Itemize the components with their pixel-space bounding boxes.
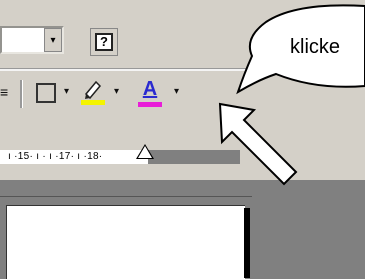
align-right-icon[interactable]: ≡ <box>0 84 12 102</box>
highlighter-glyph <box>81 80 105 105</box>
document-edge <box>0 196 252 197</box>
font-color-icon: A <box>142 78 158 100</box>
help-button[interactable]: ? <box>90 28 118 56</box>
highlight-dropdown-icon[interactable]: ▾ <box>114 86 119 97</box>
callout-text: klicke <box>290 36 341 58</box>
font-color-swatch <box>138 102 162 107</box>
combo-dropdown-button[interactable]: ▾ <box>44 28 62 52</box>
border-icon[interactable] <box>36 83 56 103</box>
font-color-dropdown-icon[interactable]: ▾ <box>174 86 179 97</box>
font-color-button[interactable]: A <box>136 78 164 108</box>
toolbar-divider <box>20 80 23 108</box>
help-icon: ? <box>95 33 113 51</box>
ruler-ticks: ı ·15· ı · ı ·17· ı ·18· <box>8 151 103 162</box>
highlighter-icon[interactable] <box>80 78 106 106</box>
chevron-down-icon: ▾ <box>50 34 56 46</box>
document-page[interactable] <box>6 205 245 279</box>
arrow-pointer-icon <box>218 102 298 186</box>
border-dropdown-icon[interactable]: ▾ <box>64 86 69 97</box>
page-shadow <box>244 208 250 278</box>
indent-marker[interactable] <box>138 146 152 158</box>
